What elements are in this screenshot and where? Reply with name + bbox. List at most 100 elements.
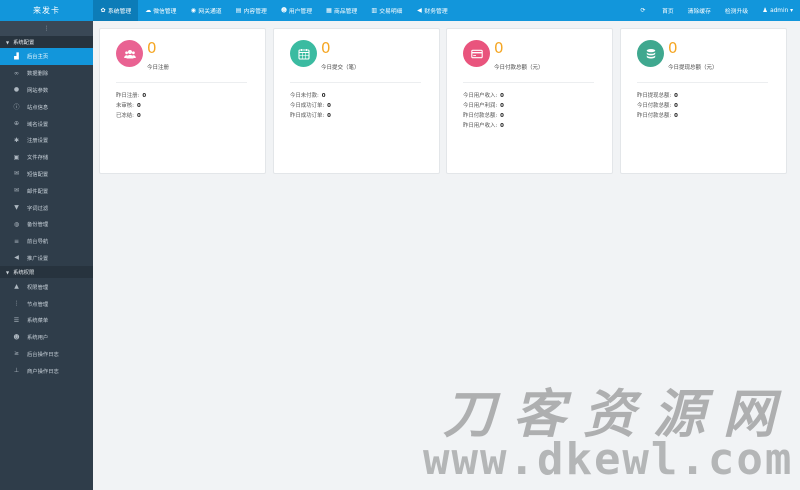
sidebar-item-0-10[interactable]: ◍ 备份管理 <box>0 216 93 233</box>
sidebar-item-0-1[interactable]: ∞ 数据删除 <box>0 65 93 82</box>
stat-row: 未审核: 0 <box>116 101 146 111</box>
sidebar-item-0-9[interactable]: ▼ 字词过滤 <box>0 199 93 216</box>
menu-icon: ☰ <box>13 316 20 324</box>
sidebar-item-1-4[interactable]: ≥ 后台操作日志 <box>0 346 93 363</box>
nav-item-label: 微信管理 <box>153 9 177 15</box>
nav-item-4[interactable]: ☻ 用户管理 <box>274 0 319 21</box>
stat-label: 今日未付款: <box>290 93 319 99</box>
stat-card-title: 今日提现总额（元） <box>668 65 718 71</box>
sidebar-item-1-0[interactable]: ▲ 权限管理 <box>0 278 93 295</box>
sidebar-group-0[interactable]: ▼ 系统配置 <box>0 36 93 48</box>
pin-icon: ⊥ <box>13 367 20 375</box>
sidebar-item-label: 注册设置 <box>27 138 49 145</box>
sidebar-item-label: 站点信息 <box>27 104 49 111</box>
settings-icon: ⊕ <box>13 120 20 128</box>
sidebar-item-0-0[interactable]: ▟ 后台主页 <box>0 48 93 65</box>
sidebar-group-title: 系统配置 <box>13 40 35 46</box>
sidebar-collapse-toggle[interactable]: ⋮ <box>0 21 93 36</box>
stat-value: 0 <box>674 93 678 99</box>
stat-label: 昨日成功订单: <box>290 113 325 119</box>
envelope-icon: ✉ <box>13 187 20 195</box>
nav-item-5[interactable]: ▦ 商品管理 <box>319 0 364 21</box>
list-icon: ≡ <box>13 237 20 245</box>
sidebar-item-0-12[interactable]: ◀ 推广设置 <box>0 250 93 267</box>
topbar-action-2[interactable]: 清除缓存 <box>681 0 718 21</box>
stat-card-number: 0 <box>668 39 678 57</box>
divider <box>116 82 247 83</box>
nav-item-3[interactable]: ▤ 内容管理 <box>229 0 274 21</box>
sidebar: ⋮ ▼ 系统配置 ▟ 后台主页 ∞ 数据删除 ● 网站参数 ⓘ 站点信息 ⊕ 域名设置 ✱ 注册设置 ▣ 文件… <box>0 21 93 490</box>
stat-row: 今日用户利润: 0 <box>463 101 504 111</box>
sidebar-item-0-8[interactable]: ✉ 邮件配置 <box>0 182 93 199</box>
chat-icon: ☁ <box>145 6 152 14</box>
sidebar-item-0-5[interactable]: ✱ 注册设置 <box>0 132 93 149</box>
sidebar-group-title: 系统权限 <box>13 270 35 277</box>
divider <box>290 82 421 83</box>
document-icon: ▤ <box>235 6 242 14</box>
sidebar-item-1-2[interactable]: ☰ 系统菜单 <box>0 312 93 329</box>
stat-value: 0 <box>321 93 326 99</box>
nav-item-2[interactable]: ◉ 网关通道 <box>183 0 228 21</box>
caret-down-icon: ▼ <box>6 39 10 45</box>
caret-down-icon: ▼ <box>6 269 10 275</box>
topbar-action-label: 检测升级 <box>724 9 749 15</box>
sidebar-item-0-3[interactable]: ⓘ 站点信息 <box>0 98 93 115</box>
sidebar-item-0-6[interactable]: ▣ 文件存储 <box>0 149 93 166</box>
stat-card-3: 0 今日提现总额（元） 昨日提现总额: 0 今日付款总额: 0 昨日付款总额: 0 <box>620 28 787 174</box>
stat-label: 昨日付款总额: <box>463 113 498 119</box>
nav-item-label: 财务管理 <box>424 9 448 15</box>
sidebar-group-1[interactable]: ▼ 系统权限 <box>0 266 93 279</box>
stat-value: 0 <box>327 113 331 119</box>
node-icon: ⋮ <box>13 300 20 308</box>
topbar-action-3[interactable]: 检测升级 <box>718 0 755 21</box>
stat-label: 昨日付款总额: <box>637 113 672 119</box>
stat-row: 今日未付款: 0 <box>290 91 331 101</box>
topbar-action-1[interactable]: 首页 <box>655 0 681 21</box>
nav-item-7[interactable]: ◀ 财务管理 <box>409 0 454 21</box>
brand-logo[interactable]: 来发卡 <box>0 0 93 21</box>
stat-value: 0 <box>137 103 141 109</box>
link-icon: ∞ <box>14 69 19 77</box>
sidebar-item-label: 字词过滤 <box>27 205 49 212</box>
stat-value: 0 <box>500 103 504 109</box>
topbar-action-4[interactable]: ♟ admin ▾ <box>755 0 800 21</box>
sidebar-item-label: 备份管理 <box>27 222 49 229</box>
stat-label: 昨日提现总额: <box>637 93 672 99</box>
stat-row: 昨日付款总额: 0 <box>637 111 678 121</box>
stat-card-number: 0 <box>494 39 504 57</box>
sidebar-item-label: 邮件配置 <box>27 188 49 195</box>
divider <box>463 82 594 83</box>
sidebar-item-label: 后台主页 <box>27 54 49 61</box>
filter-icon: ▼ <box>14 204 19 212</box>
megaphone-icon: ◀ <box>417 6 422 14</box>
sidebar-item-0-2[interactable]: ● 网站参数 <box>0 82 93 99</box>
bar-chart-icon: ▟ <box>14 52 19 60</box>
save-icon: ▣ <box>13 153 20 161</box>
sidebar-item-0-7[interactable]: ✉ 短信配置 <box>0 166 93 183</box>
globe-icon: ◉ <box>190 6 197 14</box>
sidebar-item-1-3[interactable]: ☻ 系统用户 <box>0 329 93 346</box>
topbar-action-0[interactable]: ⟳ <box>633 0 655 21</box>
users-icon <box>116 40 143 67</box>
sidebar-item-1-5[interactable]: ⊥ 商户操作日志 <box>0 362 93 379</box>
mail-icon: ✉ <box>13 170 20 178</box>
calendar-icon <box>290 40 317 67</box>
sidebar-item-0-11[interactable]: ≡ 前台导航 <box>0 233 93 250</box>
sidebar-item-0-4[interactable]: ⊕ 域名设置 <box>0 115 93 132</box>
nav-item-label: 内容管理 <box>243 9 267 15</box>
sidebar-item-label: 后台操作日志 <box>27 351 59 358</box>
stat-card-title: 今日付款总额（元） <box>494 65 544 71</box>
nav-item-6[interactable]: ▥ 交易明细 <box>364 0 409 21</box>
gear-icon: ✱ <box>13 136 20 144</box>
credit-card-icon <box>463 40 490 67</box>
stat-row: 今日成功订单: 0 <box>290 101 331 111</box>
info-icon: ⓘ <box>13 104 20 112</box>
nav-item-0[interactable]: ✿ 系统管理 <box>93 0 139 21</box>
sidebar-item-label: 系统用户 <box>27 335 49 342</box>
stat-row: 昨日提现总额: 0 <box>637 91 678 101</box>
sidebar-item-label: 文件存储 <box>27 155 49 162</box>
database-icon <box>637 40 664 67</box>
nav-item-label: 交易明细 <box>379 9 403 15</box>
sidebar-item-1-1[interactable]: ⋮ 节点管理 <box>0 295 93 312</box>
nav-item-1[interactable]: ☁ 微信管理 <box>138 0 183 21</box>
